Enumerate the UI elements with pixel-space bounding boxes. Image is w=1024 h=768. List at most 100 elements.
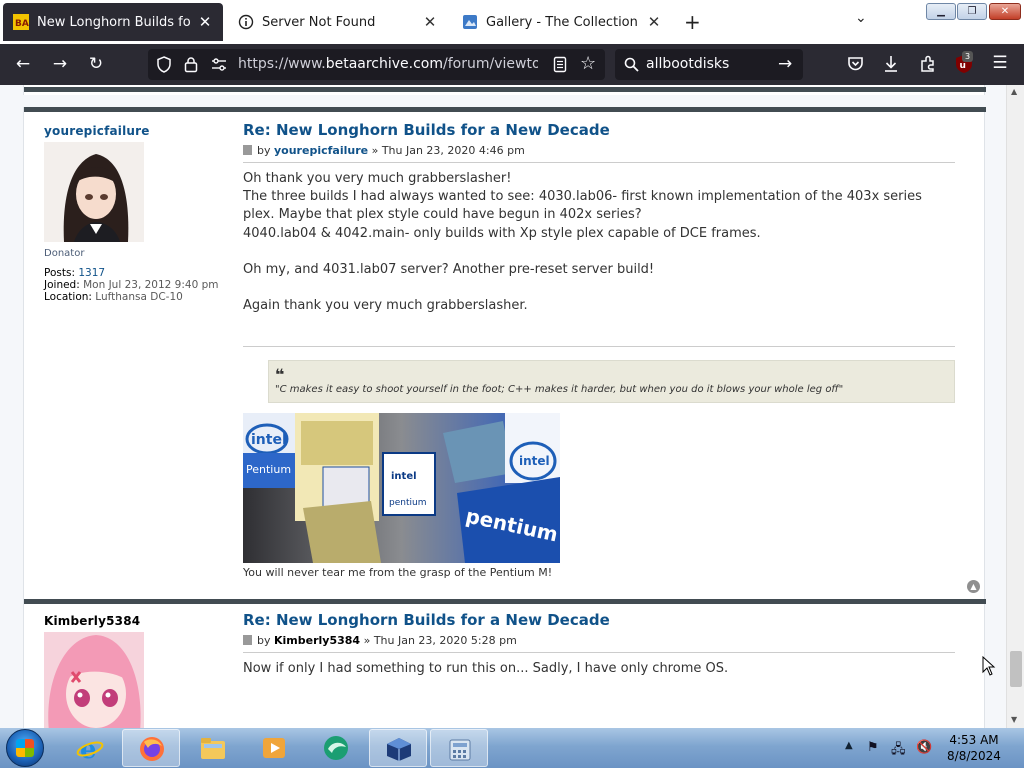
extensions-icon[interactable] [919, 55, 937, 73]
url-domain: betaarchive.com [325, 56, 444, 72]
post-title[interactable]: Re: New Longhorn Builds for a New Decade [243, 121, 610, 139]
post-divider [24, 107, 986, 112]
by-label: by [257, 144, 271, 157]
posts-label: Posts: [44, 267, 75, 279]
page-scrollbar[interactable]: ▲ ▼ [1006, 85, 1024, 728]
search-input[interactable]: allbootdisks [646, 56, 729, 72]
taskbar-app-green[interactable] [307, 729, 365, 767]
svg-text:Pentium: Pentium [246, 463, 291, 476]
forward-arrow-icon[interactable]: → [49, 54, 71, 74]
betaarchive-favicon: BA [13, 14, 29, 30]
post-body: Now if only I had something to run this … [243, 660, 963, 678]
joined-date: Mon Jul 23, 2012 9:40 pm [83, 279, 219, 291]
meta-separator: » [363, 634, 371, 647]
network-icon[interactable]: 🖧 [891, 740, 906, 762]
pocket-icon[interactable] [847, 56, 864, 72]
svg-text:pentium: pentium [389, 498, 426, 508]
info-icon [238, 14, 254, 30]
post-divider [24, 87, 986, 92]
post-file-icon[interactable] [243, 145, 252, 155]
back-arrow-icon[interactable]: ← [12, 54, 34, 74]
taskbar-media-player[interactable] [245, 729, 303, 767]
by-label: by [257, 634, 271, 647]
post-divider [24, 599, 986, 604]
start-button[interactable] [6, 729, 44, 767]
tab-new-longhorn-builds[interactable]: BA New Longhorn Builds for a New Decade … [3, 3, 223, 41]
post-line: The three builds I had always wanted to … [243, 189, 922, 205]
permissions-icon[interactable] [211, 58, 227, 71]
restore-button[interactable]: ❐ [957, 3, 987, 20]
post-line: Oh my, and 4031.lab07 server? Another pr… [243, 261, 655, 277]
svg-text:u: u [960, 61, 966, 71]
bookmark-star-icon[interactable]: ☆ [580, 53, 596, 74]
post-author-username[interactable]: yourepicfailure [44, 124, 150, 138]
reader-view-icon[interactable] [553, 56, 567, 73]
virtualbox-icon [387, 738, 411, 761]
search-bar[interactable]: allbootdisks → [615, 49, 803, 80]
post-line: Now if only I had something to run this … [243, 661, 729, 676]
post-body: Oh thank you very much grabberslasher! T… [243, 170, 963, 315]
svg-text:intel: intel [251, 432, 287, 448]
tab-strip: BA New Longhorn Builds for a New Decade … [0, 0, 1024, 44]
tab-gallery-collection-book[interactable]: Gallery - The Collection Book ✕ [452, 3, 672, 41]
post-line: plex. Maybe that plex style could have b… [243, 207, 642, 223]
post-title[interactable]: Re: New Longhorn Builds for a New Decade [243, 611, 610, 629]
ublock-badge: 3 [962, 51, 974, 62]
close-window-button[interactable]: ✕ [989, 3, 1021, 20]
close-icon[interactable]: ✕ [646, 13, 662, 31]
navigation-toolbar: ← → ↻ https://www.betaarchive.com/forum/… [0, 44, 1024, 85]
post-line [243, 279, 963, 297]
clock-time: 4:53 AM [949, 733, 999, 747]
taskbar-file-explorer[interactable] [184, 729, 242, 767]
post-line: Again thank you very much grabberslasher… [243, 298, 528, 314]
new-tab-plus-icon[interactable]: + [684, 10, 701, 34]
tab-server-not-found[interactable]: Server Not Found ✕ [228, 3, 448, 41]
post-meta-author[interactable]: Kimberly5384 [274, 634, 360, 647]
scroll-thumb[interactable] [1010, 651, 1022, 687]
firefox-icon [140, 737, 164, 761]
post-meta-author[interactable]: yourepicfailure [274, 144, 368, 157]
close-icon[interactable]: ✕ [197, 13, 213, 31]
back-to-top-icon[interactable]: ▲ [967, 580, 980, 593]
download-icon[interactable] [883, 55, 899, 73]
chevron-down-icon[interactable]: ⌄ [855, 10, 867, 26]
url-prefix: https://www. [238, 56, 326, 72]
folder-icon [201, 738, 225, 759]
post-date: Thu Jan 23, 2020 5:28 pm [373, 634, 517, 647]
close-icon[interactable]: ✕ [422, 13, 438, 31]
joined-label: Joined: [44, 279, 80, 291]
scroll-up-arrow-icon[interactable]: ▲ [1011, 87, 1017, 96]
location-label: Location: [44, 291, 92, 303]
action-center-flag-icon[interactable]: ⚑ [867, 740, 879, 755]
url-bar[interactable]: https://www.betaarchive.com/forum/viewto… [148, 49, 605, 80]
volume-muted-icon[interactable]: 🔇 [916, 740, 932, 755]
scroll-down-arrow-icon[interactable]: ▼ [1011, 715, 1017, 724]
post-author-username[interactable]: Kimberly5384 [44, 614, 140, 628]
lock-icon[interactable] [184, 56, 198, 73]
tab-label: Gallery - The Collection Book [486, 14, 640, 30]
post-meta: by Kimberly5384 » Thu Jan 23, 2020 5:28 … [243, 634, 517, 647]
reload-icon[interactable]: ↻ [85, 54, 107, 74]
posts-count[interactable]: 1317 [78, 267, 105, 279]
go-arrow-icon[interactable]: → [778, 54, 792, 74]
clock-date: 8/8/2024 [947, 749, 1001, 763]
taskbar-firefox[interactable] [122, 729, 180, 767]
post-file-icon[interactable] [243, 635, 252, 645]
minimize-button[interactable]: ▁ [926, 3, 956, 20]
location-value: Lufthansa DC-10 [95, 291, 183, 303]
show-hidden-icons-arrow-icon[interactable]: ▲ [845, 740, 853, 751]
svg-text:intel: intel [519, 454, 550, 468]
menu-hamburger-icon[interactable]: ☰ [989, 53, 1011, 73]
url-text: https://www.betaarchive.com/forum/viewto… [238, 56, 538, 72]
taskbar-virtualbox[interactable] [369, 729, 427, 767]
post-date: Thu Jan 23, 2020 4:46 pm [381, 144, 525, 157]
meta-separator: » [371, 144, 379, 157]
media-player-icon [263, 738, 285, 758]
taskbar-calculator-app[interactable] [430, 729, 488, 767]
shield-icon[interactable] [156, 56, 172, 73]
system-clock[interactable]: 4:53 AM 8/8/2024 [944, 732, 1004, 764]
avatar [44, 632, 144, 728]
taskbar-internet-explorer[interactable]: e [61, 729, 119, 767]
quote-text: "C makes it easy to shoot yourself in th… [275, 384, 844, 395]
calculator-icon [449, 739, 471, 761]
